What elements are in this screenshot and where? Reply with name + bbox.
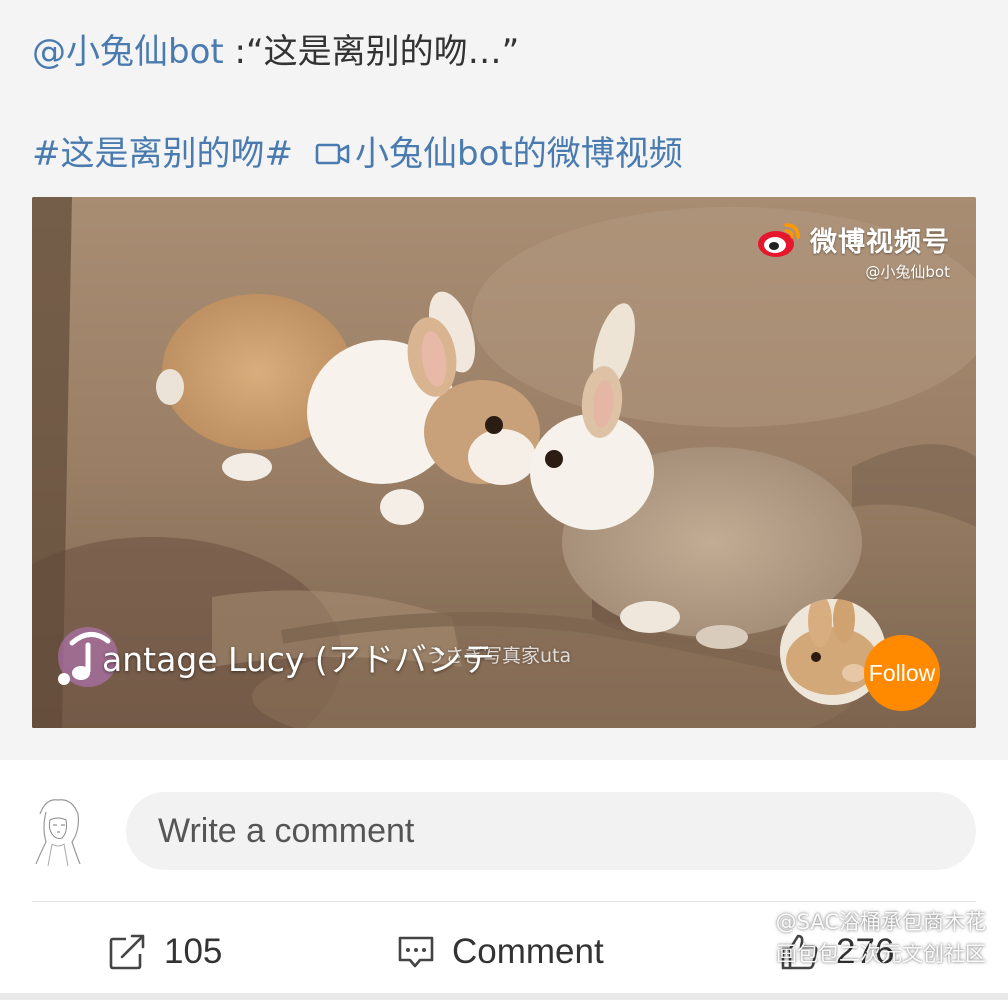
post-quote: :“这是离别的吻…” xyxy=(234,32,520,72)
post-links: #这是离别的吻# 小兔仙bot的微博视频 xyxy=(32,130,683,178)
comment-section: 105 Comment 276 xyxy=(0,760,1008,1000)
comment-input[interactable] xyxy=(126,792,976,870)
like-count: 276 xyxy=(836,932,895,971)
post-text: @小兔仙bot :“这是离别的吻…” xyxy=(32,28,519,76)
thumbs-up-icon xyxy=(781,934,818,970)
divider xyxy=(32,901,976,902)
user-mention-link[interactable]: @小兔仙bot xyxy=(32,32,224,72)
video-link-label: 小兔仙bot的微博视频 xyxy=(354,134,683,174)
post-card: @小兔仙bot :“这是离别的吻…” #这是离别的吻# 小兔仙bot的微博视频 xyxy=(0,0,1008,760)
bottom-bar xyxy=(0,993,1008,1000)
video-camera-icon xyxy=(315,143,350,165)
video-link[interactable]: 小兔仙bot的微博视频 xyxy=(315,130,683,178)
weibo-video-title: 微博视频号 xyxy=(810,226,950,258)
video-player[interactable]: 微博视频号 @小兔仙bot うさぎ写真家uta antage Lucy (アドバ… xyxy=(32,197,976,728)
share-button[interactable]: 105 xyxy=(108,924,222,980)
weibo-video-handle: @小兔仙bot xyxy=(865,263,950,281)
comment-icon xyxy=(398,936,434,968)
share-icon xyxy=(109,934,145,970)
hashtag-link[interactable]: #这是离别的吻# xyxy=(32,130,293,178)
comment-label: Comment xyxy=(452,932,604,971)
user-avatar[interactable] xyxy=(32,794,84,868)
music-info[interactable]: antage Lucy (アドバンテ xyxy=(50,621,494,693)
like-button[interactable]: 276 xyxy=(780,924,894,980)
share-count: 105 xyxy=(164,932,223,971)
follow-button[interactable]: Follow xyxy=(864,635,940,711)
weibo-video-badge: 微博视频号 @小兔仙bot xyxy=(756,219,950,282)
music-title: antage Lucy (アドバンテ xyxy=(102,640,495,679)
comment-button[interactable]: Comment xyxy=(396,924,604,980)
weibo-logo-icon xyxy=(758,223,800,257)
